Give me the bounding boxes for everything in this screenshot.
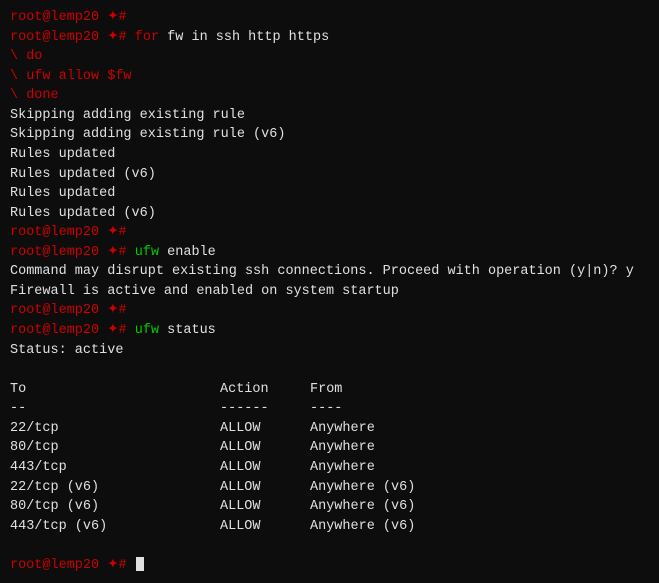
line-15: Firewall is active and enabled on system…	[10, 282, 649, 302]
line-14: Command may disrupt existing ssh connect…	[10, 262, 649, 282]
table-separator: ------------	[10, 399, 649, 419]
prompt: root@lemp20	[10, 558, 99, 573]
line-3: \ do	[10, 47, 649, 67]
line-18: Status: active	[10, 341, 649, 361]
line-2: root@lemp20 ✦# for fw in ssh http https	[10, 28, 649, 48]
line-13: root@lemp20 ✦# ufw enable	[10, 243, 649, 263]
table-row-4: 22/tcp (v6)ALLOWAnywhere (v6)	[10, 478, 649, 498]
blank-1	[10, 360, 649, 380]
line-10: Rules updated	[10, 184, 649, 204]
line-6: Skipping adding existing rule	[10, 106, 649, 126]
table-row-3: 443/tcpALLOWAnywhere	[10, 458, 649, 478]
table-row-5: 80/tcp (v6)ALLOWAnywhere (v6)	[10, 497, 649, 517]
terminal-output: root@lemp20 ✦# root@lemp20 ✦# for fw in …	[10, 8, 649, 575]
blank-2	[10, 536, 649, 556]
table-header: ToActionFrom	[10, 380, 649, 400]
line-12: root@lemp20 ✦#	[10, 223, 649, 243]
prompt: root@lemp20	[10, 10, 99, 25]
line-11: Rules updated (v6)	[10, 204, 649, 224]
line-5: \ done	[10, 86, 649, 106]
table-row-1: 22/tcpALLOWAnywhere	[10, 419, 649, 439]
prompt: root@lemp20	[10, 245, 99, 260]
prompt: root@lemp20	[10, 303, 99, 318]
cursor	[136, 557, 144, 571]
table-row-2: 80/tcpALLOWAnywhere	[10, 438, 649, 458]
line-final: root@lemp20 ✦#	[10, 556, 649, 576]
line-4: \ ufw allow $fw	[10, 67, 649, 87]
line-8: Rules updated	[10, 145, 649, 165]
line-9: Rules updated (v6)	[10, 165, 649, 185]
line-17: root@lemp20 ✦# ufw status	[10, 321, 649, 341]
prompt: root@lemp20	[10, 323, 99, 338]
line-1: root@lemp20 ✦#	[10, 8, 649, 28]
prompt: root@lemp20	[10, 225, 99, 240]
table-row-6: 443/tcp (v6)ALLOWAnywhere (v6)	[10, 517, 649, 537]
prompt: root@lemp20	[10, 30, 99, 45]
line-16: root@lemp20 ✦#	[10, 301, 649, 321]
line-7: Skipping adding existing rule (v6)	[10, 125, 649, 145]
